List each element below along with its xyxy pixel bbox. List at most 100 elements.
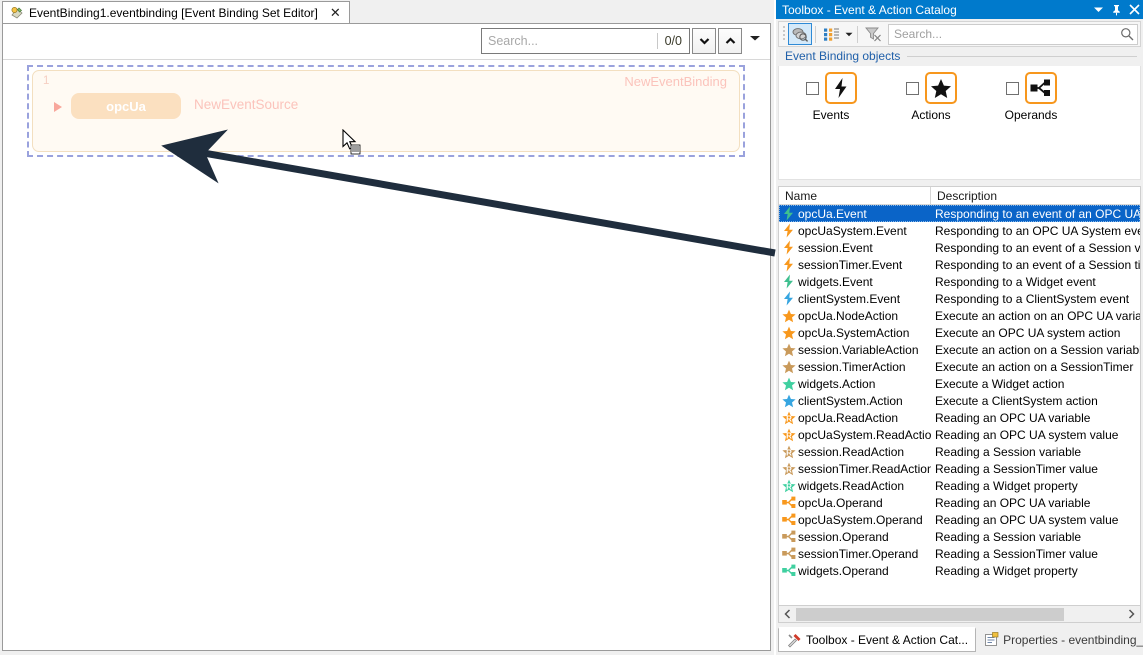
table-row[interactable]: session.TimerAction Execute an action on … xyxy=(779,358,1140,375)
star-icon xyxy=(779,326,798,340)
catalog-item-name: opcUaSystem.Event xyxy=(798,223,907,238)
chevron-down-icon[interactable] xyxy=(843,23,854,45)
catalog-item-description: Reading an OPC UA system value xyxy=(935,427,1119,442)
table-row[interactable]: widgets.Operand Reading a Widget property xyxy=(779,562,1140,579)
table-row[interactable]: RopcUa.ReadAction Reading an OPC UA varia… xyxy=(779,409,1140,426)
close-icon[interactable] xyxy=(1125,0,1143,19)
column-header-name[interactable]: Name xyxy=(779,187,931,204)
section-label: Event Binding objects xyxy=(785,49,901,63)
scrollbar-track[interactable] xyxy=(796,607,1123,622)
table-row[interactable]: opcUa.Operand Reading an OPC UA variable xyxy=(779,494,1140,511)
node-graph-icon xyxy=(779,564,798,577)
table-row[interactable]: opcUa.NodeAction Execute an action on an … xyxy=(779,307,1140,324)
table-row[interactable]: opcUa.SystemAction Execute an OPC UA syst… xyxy=(779,324,1140,341)
catalog-item-description: Reading a SessionTimer value xyxy=(935,546,1098,561)
toolbox-object-label: Actions xyxy=(911,108,951,122)
search-icon[interactable] xyxy=(1117,27,1137,41)
clear-filter-icon[interactable] xyxy=(861,23,885,45)
table-row[interactable]: opcUa.Event Responding to an event of an … xyxy=(779,205,1140,222)
table-row[interactable]: opcUaSystem.Operand Reading an OPC UA sys… xyxy=(779,511,1140,528)
expand-triangle-icon[interactable] xyxy=(54,102,62,112)
table-row[interactable]: RopcUaSystem.ReadAction Reading an OPC UA… xyxy=(779,426,1140,443)
catalog-item-description: Reading a Widget property xyxy=(935,478,1078,493)
star-icon xyxy=(779,360,798,374)
toolbar-separator xyxy=(815,25,816,43)
search-prev-button[interactable] xyxy=(718,28,742,54)
table-row[interactable]: sessionTimer.Event Responding to an event… xyxy=(779,256,1140,273)
table-row[interactable]: widgets.Event Responding to a Widget even… xyxy=(779,273,1140,290)
table-row[interactable]: Rsession.ReadAction Reading a Session var… xyxy=(779,443,1140,460)
dock-tab-toolbox[interactable]: Toolbox - Event & Action Cat... xyxy=(778,627,977,652)
editor-tab[interactable]: EventBinding1.eventbinding [Event Bindin… xyxy=(2,1,350,23)
catalog-item-description: Responding to a ClientSystem event xyxy=(935,291,1130,306)
pin-icon[interactable] xyxy=(1107,0,1125,19)
chevron-down-icon[interactable] xyxy=(1089,0,1107,19)
catalog-item-name: sessionTimer.ReadAction xyxy=(798,461,931,476)
search-input[interactable] xyxy=(482,33,657,49)
catalog-item-description: Reading a Widget property xyxy=(935,563,1078,578)
table-row[interactable]: Rwidgets.ReadAction Reading a Widget prop… xyxy=(779,477,1140,494)
events-checkbox[interactable] xyxy=(805,81,819,95)
event-binding-row[interactable]: 1 NewEventBinding opcUa NewEventSource xyxy=(32,70,740,152)
catalog-item-description: Responding to a Widget event xyxy=(935,274,1096,289)
toolbox-object-actions[interactable]: Actions xyxy=(881,72,981,122)
operands-checkbox[interactable] xyxy=(1005,81,1019,95)
catalog-list[interactable]: Name Description opcUa.Event Responding t… xyxy=(778,186,1141,606)
toolbox-objects-grid: Events Actions Operands xyxy=(778,66,1141,180)
table-row[interactable]: session.VariableAction Execute an action … xyxy=(779,341,1140,358)
catalog-item-name: session.Event xyxy=(798,240,873,255)
catalog-item-name: opcUa.Operand xyxy=(798,495,883,510)
node-graph-icon xyxy=(779,547,798,560)
scrollbar-thumb[interactable] xyxy=(796,607,1064,621)
lightning-bolt-icon[interactable] xyxy=(824,72,857,104)
table-row[interactable]: session.Event Responding to an event of a… xyxy=(779,239,1140,256)
event-source-label: NewEventSource xyxy=(194,97,299,112)
table-row[interactable]: clientSystem.Event Responding to a Client… xyxy=(779,290,1140,307)
catalog-item-description: Reading an OPC UA variable xyxy=(935,495,1091,510)
table-row[interactable]: opcUaSystem.Event Responding to an OPC UA… xyxy=(779,222,1140,239)
catalog-item-name: session.TimerAction xyxy=(798,359,906,374)
toolbar-grip xyxy=(781,25,788,43)
dock-tab-properties[interactable]: Properties - eventbinding_10 xyxy=(976,627,1143,652)
catalog-item-description: Responding to an event of a Session time… xyxy=(935,257,1140,272)
toolbox-search-input[interactable] xyxy=(889,26,1117,42)
section-divider xyxy=(907,55,1137,57)
search-next-button[interactable] xyxy=(692,28,716,54)
lightning-bolt-icon xyxy=(779,274,798,289)
toolbox-panel: Toolbox - Event & Action Catalog Search.… xyxy=(776,0,1143,655)
catalog-item-name: clientSystem.Action xyxy=(798,393,903,408)
catalog-item-description: Reading an OPC UA variable xyxy=(935,410,1091,425)
event-binding-set-container[interactable]: 1 NewEventBinding opcUa NewEventSource xyxy=(27,65,745,157)
toolbox-search-box[interactable] xyxy=(888,23,1138,45)
chevron-right-icon[interactable] xyxy=(1123,607,1140,622)
editor-options-dropdown[interactable] xyxy=(746,30,764,46)
catalog-item-description: Responding to an OPC UA System event xyxy=(935,223,1140,238)
table-row[interactable]: widgets.Action Execute a Widget action xyxy=(779,375,1140,392)
actions-checkbox[interactable] xyxy=(905,81,919,95)
search-box[interactable]: 0/0 xyxy=(481,28,690,54)
catalog-item-description: Execute an action on an OPC UA variable xyxy=(935,308,1140,323)
catalog-item-name: clientSystem.Event xyxy=(798,291,901,306)
catalog-item-description: Responding to an event of a Session vari… xyxy=(935,240,1140,255)
star-read-icon: R xyxy=(779,462,798,476)
horizontal-scrollbar[interactable] xyxy=(778,606,1141,623)
toolbox-object-events[interactable]: Events xyxy=(781,72,881,122)
table-row[interactable]: session.Operand Reading a Session variabl… xyxy=(779,528,1140,545)
catalog-item-name: opcUa.NodeAction xyxy=(798,308,899,323)
sort-list-icon[interactable] xyxy=(819,23,843,45)
chevron-left-icon[interactable] xyxy=(779,607,796,622)
table-row[interactable]: clientSystem.Action Execute a ClientSyste… xyxy=(779,392,1140,409)
table-row[interactable]: RsessionTimer.ReadAction Reading a Sessio… xyxy=(779,460,1140,477)
catalog-item-name: session.ReadAction xyxy=(798,444,905,459)
properties-icon xyxy=(983,632,999,648)
star-icon xyxy=(779,309,798,323)
column-header-description[interactable]: Description xyxy=(931,187,1140,204)
star-icon[interactable] xyxy=(924,72,957,104)
event-source-pill[interactable]: opcUa xyxy=(71,93,181,119)
node-graph-icon xyxy=(779,496,798,509)
table-row[interactable]: sessionTimer.Operand Reading a SessionTim… xyxy=(779,545,1140,562)
close-icon[interactable]: ✕ xyxy=(328,6,343,19)
toolbox-object-operands[interactable]: Operands xyxy=(981,72,1081,122)
objects-view-icon[interactable] xyxy=(788,23,812,45)
node-graph-icon[interactable] xyxy=(1024,72,1057,104)
